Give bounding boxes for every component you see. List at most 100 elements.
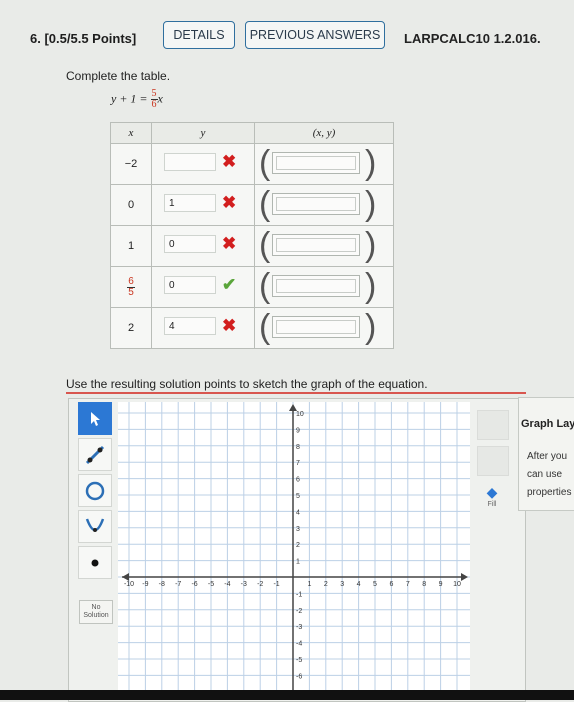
y-tick-label: 9 bbox=[296, 427, 300, 434]
xy-input[interactable] bbox=[272, 193, 360, 215]
paren-open: ( bbox=[259, 144, 271, 182]
y-tick-label: 10 bbox=[296, 411, 304, 418]
paren-close: ) bbox=[365, 185, 377, 223]
help-text-line: properties bbox=[527, 487, 572, 498]
y-tick-label: 3 bbox=[296, 526, 300, 533]
header-x: x bbox=[110, 122, 152, 144]
help-text-line: After you bbox=[527, 451, 568, 462]
line-icon[interactable] bbox=[78, 438, 112, 471]
table-row: 0 1 ✖ () bbox=[110, 184, 394, 226]
y-tick-label: 2 bbox=[296, 542, 300, 549]
wrong-icon: ✖ bbox=[222, 234, 237, 253]
x-tick-label: -3 bbox=[241, 581, 247, 588]
check-icon: ✔ bbox=[222, 275, 237, 294]
y-tick-label: -6 bbox=[296, 673, 302, 680]
no-solution-button[interactable]: No Solution bbox=[79, 600, 113, 624]
fill-button[interactable]: ◆ Fill bbox=[477, 484, 507, 516]
x-fraction-num: 6 bbox=[127, 275, 135, 288]
x-tick-label: 6 bbox=[389, 581, 393, 588]
x-tick-label: -5 bbox=[208, 581, 214, 588]
x-tick-label: 8 bbox=[422, 581, 426, 588]
equation-fraction: 5 6 bbox=[150, 89, 158, 110]
point-icon[interactable] bbox=[78, 546, 112, 579]
y-input[interactable]: 4 bbox=[164, 317, 216, 335]
wrong-icon: ✖ bbox=[222, 193, 237, 212]
x-tick-label: 1 bbox=[307, 581, 311, 588]
paren-open: ( bbox=[259, 226, 271, 264]
x-tick-label: 4 bbox=[357, 581, 361, 588]
equation-lhs: y + 1 = bbox=[111, 91, 148, 106]
y-tick-label: -4 bbox=[296, 641, 302, 648]
coordinate-grid[interactable]: -10 -9 -8 -7 -6 -5 -4 -3 -2 -1 1 2 3 4 5 6 7 8 9 10 10 9 8 7 6 5 4… bbox=[118, 402, 470, 700]
circle-icon[interactable] bbox=[78, 474, 112, 507]
header-xy: (x, y) bbox=[254, 122, 394, 144]
details-button[interactable]: DETAILS bbox=[163, 21, 235, 49]
instruction-text: Complete the table. bbox=[66, 69, 171, 83]
x-tick-label: -10 bbox=[124, 581, 134, 588]
x-tick-label: -1 bbox=[273, 581, 279, 588]
x-tick-label: 9 bbox=[439, 581, 443, 588]
xy-input[interactable] bbox=[272, 234, 360, 256]
x-tick-label: -4 bbox=[224, 581, 230, 588]
x-tick-label: 3 bbox=[340, 581, 344, 588]
y-tick-label: 7 bbox=[296, 460, 300, 467]
xy-input[interactable] bbox=[272, 316, 360, 338]
fraction-denominator: 6 bbox=[151, 99, 157, 110]
paren-open: ( bbox=[259, 267, 271, 305]
table-row: 2 4 ✖ () bbox=[110, 307, 394, 349]
y-input[interactable]: 0 bbox=[164, 276, 216, 294]
x-tick-label: 10 bbox=[453, 581, 461, 588]
paren-open: ( bbox=[259, 185, 271, 223]
parabola-icon[interactable] bbox=[78, 510, 112, 543]
y-input[interactable]: 0 bbox=[164, 235, 216, 253]
x-tick-label: -2 bbox=[257, 581, 263, 588]
y-input[interactable]: 1 bbox=[164, 194, 216, 212]
y-tick-label: -1 bbox=[296, 591, 302, 598]
x-fraction-den: 5 bbox=[128, 286, 134, 298]
xy-input[interactable] bbox=[272, 275, 360, 297]
wrong-icon: ✖ bbox=[222, 152, 237, 171]
x-tick-label: -8 bbox=[159, 581, 165, 588]
help-text-line: can use bbox=[527, 469, 563, 480]
x-tick-label: 7 bbox=[406, 581, 410, 588]
graph-toolbar bbox=[78, 402, 114, 582]
previous-answers-button[interactable]: PREVIOUS ANSWERS bbox=[245, 21, 385, 49]
paren-close: ) bbox=[365, 226, 377, 264]
delete-button[interactable] bbox=[477, 410, 509, 440]
table-row: 6 5 0 ✔ () bbox=[110, 266, 394, 308]
y-tick-label: 6 bbox=[296, 477, 300, 484]
cell-x: −2 bbox=[110, 143, 152, 185]
x-tick-label: -9 bbox=[142, 581, 148, 588]
cell-x: 2 bbox=[110, 307, 152, 349]
fill-label: Fill bbox=[487, 501, 497, 508]
paren-close: ) bbox=[365, 308, 377, 346]
y-tick-label: 1 bbox=[296, 559, 300, 566]
x-tick-label: 2 bbox=[324, 581, 328, 588]
y-tick-label: -5 bbox=[296, 657, 302, 664]
equation: y + 1 = 5 6 x bbox=[111, 89, 163, 110]
table-header-row: x y (x, y) bbox=[110, 122, 394, 144]
wrong-icon: ✖ bbox=[222, 316, 237, 335]
trash-icon[interactable] bbox=[477, 446, 509, 476]
y-input[interactable] bbox=[164, 153, 216, 171]
paren-close: ) bbox=[365, 144, 377, 182]
y-tick-label: -2 bbox=[296, 608, 302, 615]
help-title: Graph Lay bbox=[521, 418, 574, 430]
graph-instruction: Use the resulting solution points to ske… bbox=[66, 377, 428, 391]
cell-x: 6 5 bbox=[110, 266, 152, 308]
y-tick-label: 4 bbox=[296, 509, 300, 516]
y-tick-label: 8 bbox=[296, 444, 300, 451]
x-tick-label: -6 bbox=[191, 581, 197, 588]
pointer-icon[interactable] bbox=[78, 402, 112, 435]
header-y: y bbox=[151, 122, 255, 144]
paren-open: ( bbox=[259, 308, 271, 346]
y-tick-label: 5 bbox=[296, 493, 300, 500]
problem-code: LARPCALC10 1.2.016. bbox=[404, 31, 541, 46]
xy-input[interactable] bbox=[272, 152, 360, 174]
solution-table: x y (x, y) −2 ✖ () 0 1 ✖ () 1 0 ✖ () 6 5 0… bbox=[110, 122, 394, 349]
question-header: 6. [0.5/5.5 Points] bbox=[30, 31, 136, 46]
cell-x: 1 bbox=[110, 225, 152, 267]
x-tick-label: 5 bbox=[373, 581, 377, 588]
x-fraction: 6 5 bbox=[127, 275, 135, 298]
x-tick-label: -7 bbox=[175, 581, 181, 588]
